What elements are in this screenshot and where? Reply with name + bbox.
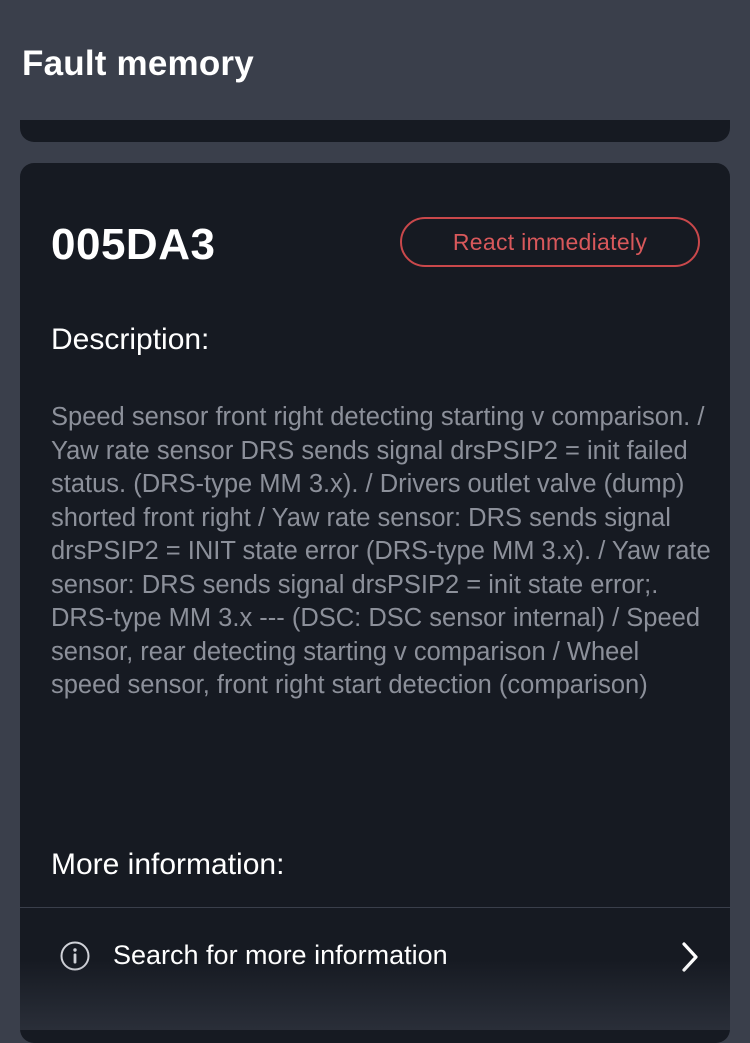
description-heading: Description: bbox=[51, 323, 210, 356]
previous-fault-card[interactable] bbox=[20, 120, 730, 142]
info-circle-icon bbox=[60, 941, 90, 971]
top-bar: Fault memory bbox=[0, 0, 750, 120]
search-more-info-label: Search for more information bbox=[113, 940, 448, 970]
fault-code: 005DA3 bbox=[51, 220, 216, 269]
page-title: Fault memory bbox=[22, 44, 254, 83]
description-text: Speed sensor front right detecting start… bbox=[51, 403, 711, 699]
chevron-right-icon bbox=[682, 942, 698, 972]
fault-card: 005DA3 React immediately Description: Sp… bbox=[20, 163, 730, 1043]
severity-badge: React immediately bbox=[400, 217, 700, 267]
search-more-info-button[interactable]: Search for more information bbox=[20, 908, 730, 1018]
more-information-heading: More information: bbox=[51, 848, 285, 881]
